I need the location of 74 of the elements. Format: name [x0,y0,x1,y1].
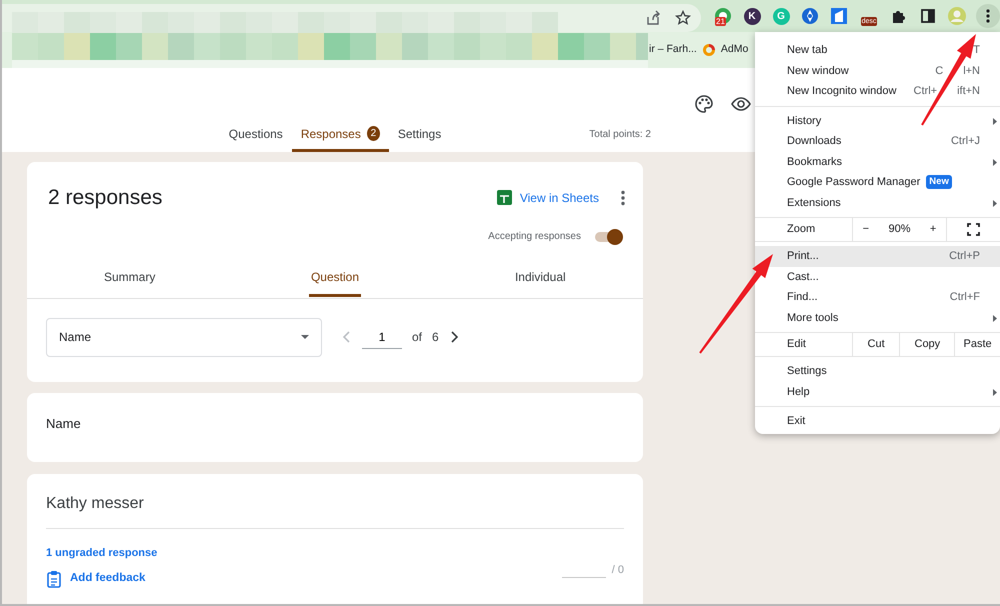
question-title: Name [27,393,643,462]
zoom-in-button[interactable]: + [930,221,936,238]
clipboard-icon [46,570,62,588]
edit-action-button[interactable]: Copy [899,333,954,356]
menu-item[interactable]: Print... [787,248,819,264]
of-label: of [412,329,422,346]
fullscreen-icon[interactable] [967,223,980,236]
bookmark-link[interactable]: ir – Farh... [649,42,697,58]
palette-icon[interactable] [694,94,714,114]
response-view-tab[interactable]: Individual [438,260,643,298]
extension-icon[interactable] [830,7,848,25]
edit-label: Edit [786,337,807,352]
shortcut-text: Ctrl+ [914,84,938,99]
shortcut-text: T [973,43,980,58]
answer-text: Kathy messer [46,492,624,529]
accepting-toggle[interactable] [593,228,623,246]
share-icon[interactable] [645,10,661,26]
count-badge: 2 [366,126,380,141]
menu-item[interactable]: Google Password Manager [787,174,920,190]
menu-item[interactable]: Exit [787,413,806,430]
form-tab[interactable]: Settings [388,118,450,152]
menu-item[interactable]: New tab [787,42,828,58]
puzzle-icon[interactable] [891,8,907,24]
eye-icon[interactable] [731,94,751,114]
responses-title: 2 responses [48,185,164,211]
total-points: Total points: 2 [589,128,651,142]
shortcut-text: ift+N [957,84,980,99]
menu-item[interactable]: Find... [787,289,818,306]
view-in-sheets-link[interactable]: View in Sheets [520,188,599,207]
shortcut-text: Ctrl+F [950,290,980,305]
menu-item[interactable]: Help [787,384,810,400]
shortcut-text: l+N [963,64,980,78]
star-icon[interactable] [675,10,691,26]
next-icon[interactable] [448,331,459,343]
menu-item[interactable]: New Incognito window [787,83,896,100]
ring-icon [702,43,716,57]
add-feedback-button[interactable]: Add feedback [46,570,146,588]
edit-action-button[interactable]: Paste [954,333,1000,356]
menu-item[interactable]: More tools [787,310,838,326]
ungraded-link[interactable]: 1 ungraded response [46,545,624,562]
response-view-tab[interactable]: Summary [27,260,232,298]
zoom-out-button[interactable]: − [862,221,870,238]
more-icon[interactable] [621,190,625,206]
menu-item[interactable]: History [787,112,822,129]
accepting-responses-label: Accepting responses [488,230,581,244]
menu-item[interactable]: New window [787,62,849,79]
shortcut-text: C [935,64,944,78]
caret-icon[interactable] [301,335,309,339]
bookmark-link[interactable]: AdMo [720,42,748,58]
side-panel-icon[interactable] [920,8,936,24]
menu-button[interactable] [976,4,1000,28]
edit-action-button[interactable]: Cut [852,333,900,356]
page-field[interactable]: 1 [362,326,402,348]
count-badge: 21 [715,17,726,26]
zoom-label: Zoom [786,222,816,238]
response-view-tab[interactable]: Question [232,260,438,298]
question-dropdown[interactable]: Name [46,318,322,356]
shortcut-text: Ctrl+J [950,134,980,149]
sheets-icon[interactable] [496,190,512,206]
shortcut-text: Ctrl+P [949,249,980,264]
menu-item[interactable]: Extensions [787,194,841,211]
zoom-level: 90% [888,222,910,238]
form-tab[interactable]: Questions [220,118,292,152]
kebab-icon[interactable] [986,9,990,23]
new-badge: New [926,175,952,190]
extension-button[interactable]: K [744,8,760,24]
extension-icon[interactable] [801,7,819,25]
menu-item[interactable]: Bookmarks [787,154,842,170]
page-total: 6 [432,329,439,346]
menu-item[interactable]: Settings [787,363,827,380]
menu-item[interactable]: Cast... [787,268,819,285]
form-tab[interactable]: Responses 2 [292,118,389,152]
menu-item[interactable]: Downloads [787,133,842,150]
max-score: / 0 [612,562,624,578]
